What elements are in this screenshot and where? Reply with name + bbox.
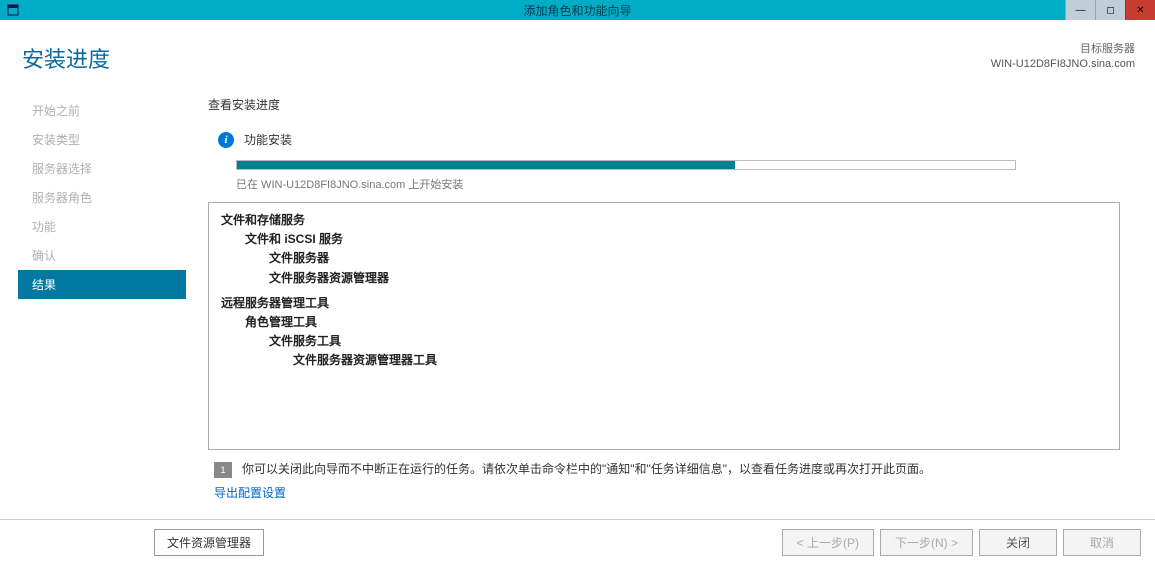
sidebar: 开始之前 安装类型 服务器选择 服务器角色 功能 确认 结果 xyxy=(18,84,186,502)
target-server-name: WIN-U12D8FI8JNO.sina.com xyxy=(991,57,1135,72)
close-button[interactable]: ✕ xyxy=(1125,0,1155,20)
progress-status: 已在 WIN-U12D8FI8JNO.sina.com 上开始安装 xyxy=(236,176,1135,192)
tree-item: 文件和存储服务 xyxy=(221,211,1107,230)
sidebar-item-before: 开始之前 xyxy=(18,96,186,125)
tree-item: 文件服务器 xyxy=(221,249,1107,268)
content: 查看安装进度 i 功能安装 已在 WIN-U12D8FI8JNO.sina.co… xyxy=(186,84,1155,502)
sidebar-item-results[interactable]: 结果 xyxy=(18,270,186,299)
info-icon: i xyxy=(218,132,234,148)
tree-item: 角色管理工具 xyxy=(221,313,1107,332)
prev-button: < 上一步(P) xyxy=(782,529,874,556)
nav-buttons: < 上一步(P) 下一步(N) > 关闭 取消 xyxy=(782,529,1141,556)
window-title: 添加角色和功能向导 xyxy=(523,2,631,19)
install-label: 功能安装 xyxy=(244,131,292,148)
header: 安装进度 目标服务器 WIN-U12D8FI8JNO.sina.com xyxy=(0,20,1155,84)
export-config-link[interactable]: 导出配置设置 xyxy=(214,484,286,501)
bottom-bar: 文件资源管理器 < 上一步(P) 下一步(N) > 关闭 取消 xyxy=(0,519,1155,565)
flag-icon: 1 xyxy=(214,462,232,478)
file-resource-manager-button[interactable]: 文件资源管理器 xyxy=(154,529,264,556)
sidebar-item-server-select: 服务器选择 xyxy=(18,154,186,183)
close-wizard-button[interactable]: 关闭 xyxy=(979,529,1057,556)
page-title: 安装进度 xyxy=(22,42,110,74)
maximize-button[interactable]: ◻ xyxy=(1095,0,1125,20)
titlebar: 添加角色和功能向导 — ◻ ✕ xyxy=(0,0,1155,20)
progress-bar xyxy=(236,160,1016,170)
minimize-button[interactable]: — xyxy=(1065,0,1095,20)
section-label: 查看安装进度 xyxy=(208,96,1135,113)
hint-row: 1 你可以关闭此向导而不中断正在运行的任务。请依次单击命令栏中的"通知"和"任务… xyxy=(208,460,1135,478)
tree-item: 文件服务器资源管理器 xyxy=(221,269,1107,288)
cancel-button: 取消 xyxy=(1063,529,1141,556)
install-status-row: i 功能安装 xyxy=(208,131,1135,148)
hint-text: 你可以关闭此向导而不中断正在运行的任务。请依次单击命令栏中的"通知"和"任务详细… xyxy=(242,460,931,477)
next-button: 下一步(N) > xyxy=(880,529,973,556)
window-controls: — ◻ ✕ xyxy=(1065,0,1155,20)
sidebar-item-features: 功能 xyxy=(18,212,186,241)
progress-fill xyxy=(237,161,735,169)
target-server-label: 目标服务器 xyxy=(991,42,1135,57)
target-server-info: 目标服务器 WIN-U12D8FI8JNO.sina.com xyxy=(991,42,1135,73)
details-box[interactable]: 文件和存储服务 文件和 iSCSI 服务 文件服务器 文件服务器资源管理器 远程… xyxy=(208,202,1120,450)
main-area: 开始之前 安装类型 服务器选择 服务器角色 功能 确认 结果 查看安装进度 i … xyxy=(0,84,1155,502)
app-icon xyxy=(6,3,20,17)
tree-item: 文件服务器资源管理器工具 xyxy=(221,351,1107,370)
tree-item: 文件和 iSCSI 服务 xyxy=(221,230,1107,249)
sidebar-item-type: 安装类型 xyxy=(18,125,186,154)
tree-item: 远程服务器管理工具 xyxy=(221,294,1107,313)
sidebar-item-server-roles: 服务器角色 xyxy=(18,183,186,212)
sidebar-item-confirm: 确认 xyxy=(18,241,186,270)
tree-item: 文件服务工具 xyxy=(221,332,1107,351)
